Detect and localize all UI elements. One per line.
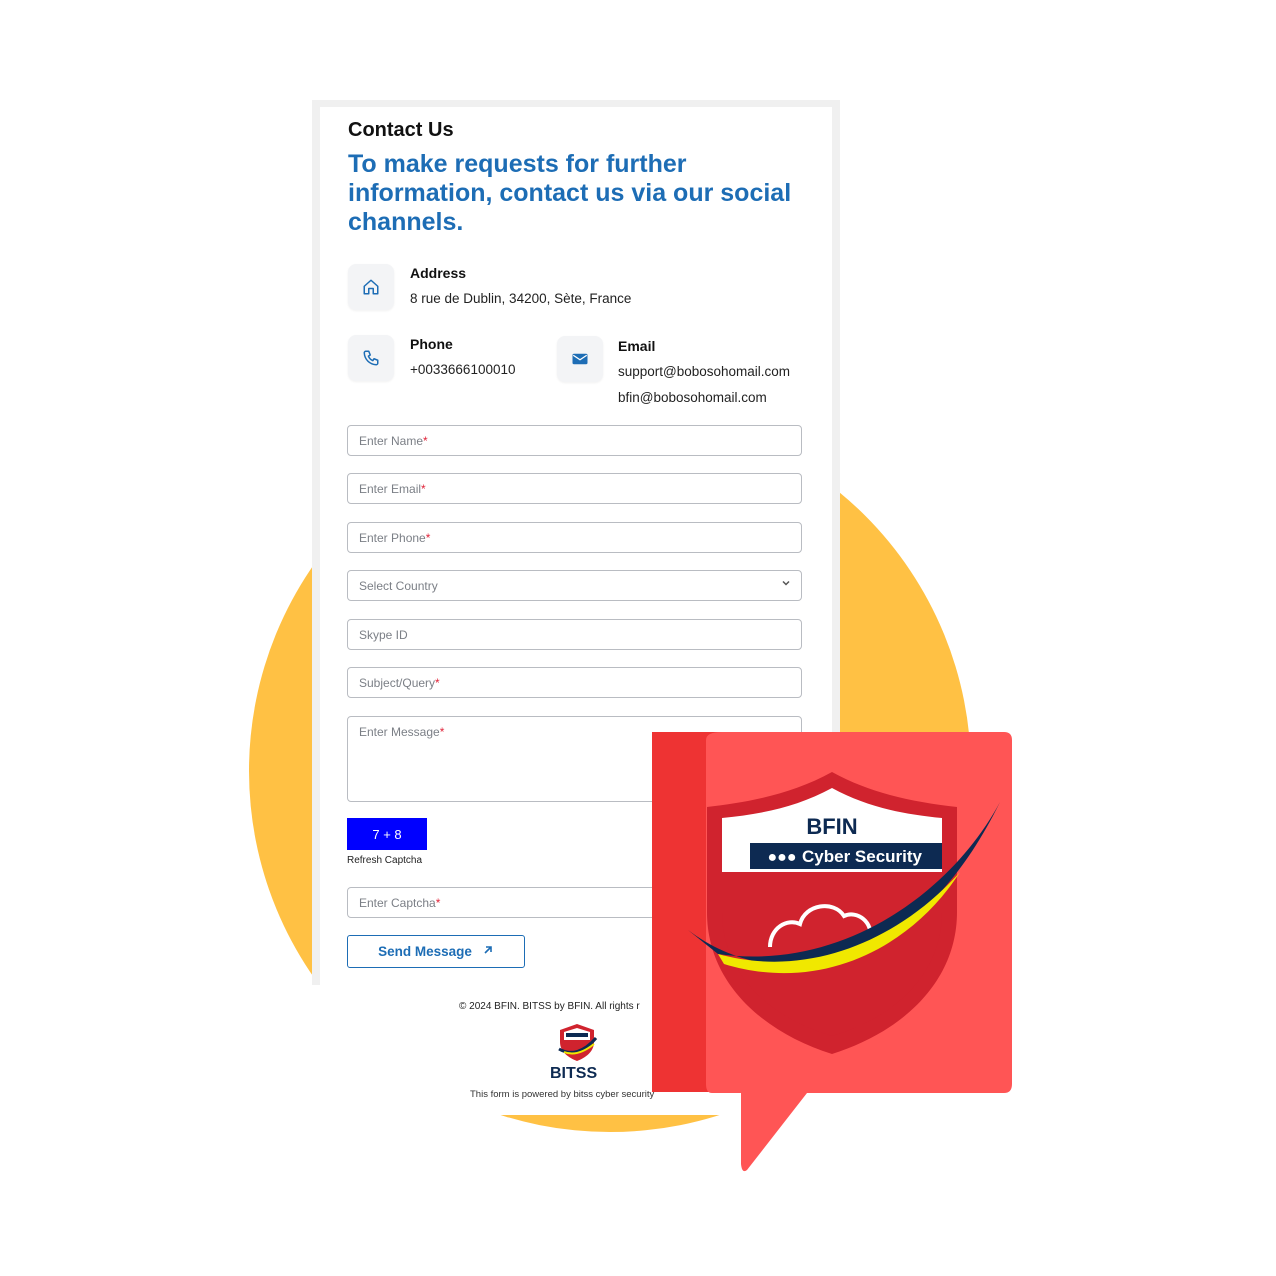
badge-tagline: Cyber Security	[802, 847, 923, 866]
send-message-button[interactable]: Send Message	[347, 935, 525, 968]
bitss-brand: BITSS	[550, 1065, 598, 1082]
email-placeholder: Enter Email*	[359, 482, 426, 496]
skype-input[interactable]: Skype ID	[347, 619, 802, 650]
mail-icon	[557, 336, 603, 382]
bitss-logo	[556, 1022, 598, 1067]
headline: To make requests for further information…	[348, 150, 792, 236]
arrow-up-right-icon	[482, 944, 494, 959]
name-input[interactable]: Enter Name*	[347, 425, 802, 456]
home-icon	[348, 264, 394, 310]
email-input[interactable]: Enter Email*	[347, 473, 802, 504]
email-label: Email	[618, 338, 656, 354]
bfin-cyber-security-badge: ●●● Cyber Security BFIN	[652, 732, 1012, 1172]
country-placeholder: Select Country	[359, 579, 438, 593]
country-select[interactable]: Select Country	[347, 570, 802, 601]
name-placeholder: Enter Name*	[359, 434, 428, 448]
phone-input[interactable]: Enter Phone*	[347, 522, 802, 553]
page-title: Contact Us	[348, 119, 454, 141]
phone-icon	[348, 335, 394, 381]
captcha-image: 7 + 8	[347, 818, 427, 850]
phone-label: Phone	[410, 336, 453, 352]
phone-value[interactable]: +0033666100010	[410, 362, 516, 377]
refresh-captcha-link[interactable]: Refresh Captcha	[347, 855, 422, 866]
chevron-down-icon	[781, 578, 791, 591]
subject-input[interactable]: Subject/Query*	[347, 667, 802, 698]
badge-brand: BFIN	[806, 814, 857, 839]
tagline-dots: ●●●	[768, 849, 797, 866]
address-label: Address	[410, 265, 467, 281]
powered-by-text: This form is powered by bitss cyber secu…	[470, 1089, 655, 1100]
email-value-support[interactable]: support@bobosohomail.com	[618, 364, 790, 379]
address-value: 8 rue de Dublin, 34200, Sète, France	[410, 291, 632, 306]
subject-placeholder: Subject/Query*	[359, 676, 440, 690]
phone-placeholder: Enter Phone*	[359, 531, 431, 545]
send-message-label: Send Message	[378, 944, 472, 959]
captcha-placeholder: Enter Captcha*	[359, 896, 441, 910]
skype-placeholder: Skype ID	[359, 628, 408, 642]
message-placeholder: Enter Message*	[359, 725, 445, 739]
copyright-text: © 2024 BFIN. BITSS by BFIN. All rights r	[459, 1001, 640, 1012]
email-value-bfin[interactable]: bfin@bobosohomail.com	[618, 390, 767, 405]
badge-graphic: ●●● Cyber Security BFIN	[652, 732, 1012, 1172]
